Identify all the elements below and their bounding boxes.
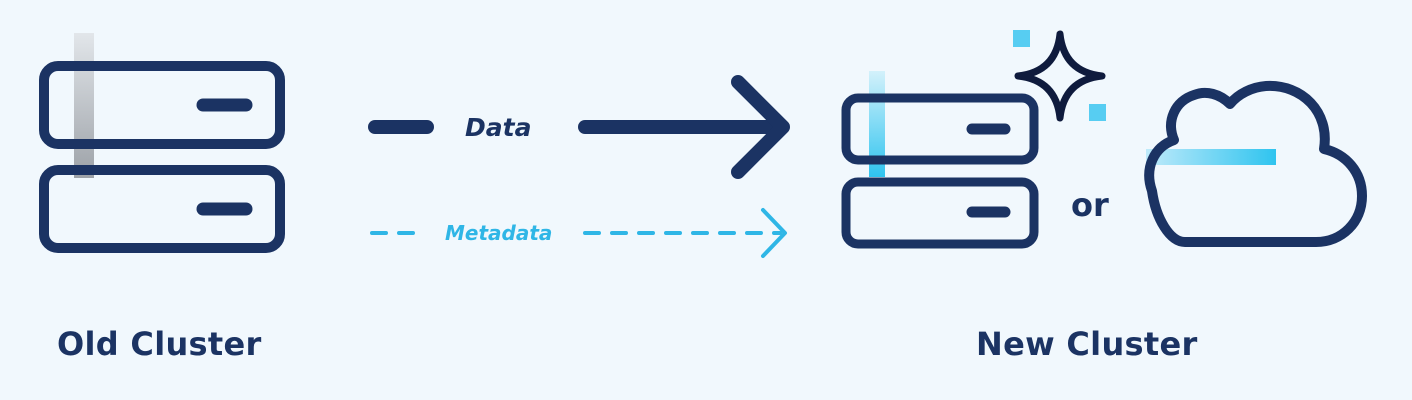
cloud-accent-bar (1146, 149, 1276, 165)
sparkle-icon (1013, 30, 1106, 122)
new-cluster-server-icon (841, 71, 1039, 249)
old-cluster-server-icon (39, 33, 285, 253)
data-arrow (368, 75, 790, 179)
sparkle-square-top (1013, 30, 1030, 47)
sparkle-square-bottom (1089, 104, 1106, 121)
data-flow-label: Data (465, 113, 532, 142)
or-label: or (1071, 186, 1109, 224)
old-server-accent-bar (74, 33, 94, 178)
migration-diagram: Data Metadata or Old Cluster New Cluster (0, 0, 1412, 400)
metadata-flow-label: Metadata (445, 221, 553, 245)
cloud-icon (1144, 80, 1367, 247)
old-cluster-label: Old Cluster (57, 325, 262, 363)
metadata-arrow (370, 208, 787, 258)
new-cluster-label: New Cluster (976, 325, 1198, 363)
